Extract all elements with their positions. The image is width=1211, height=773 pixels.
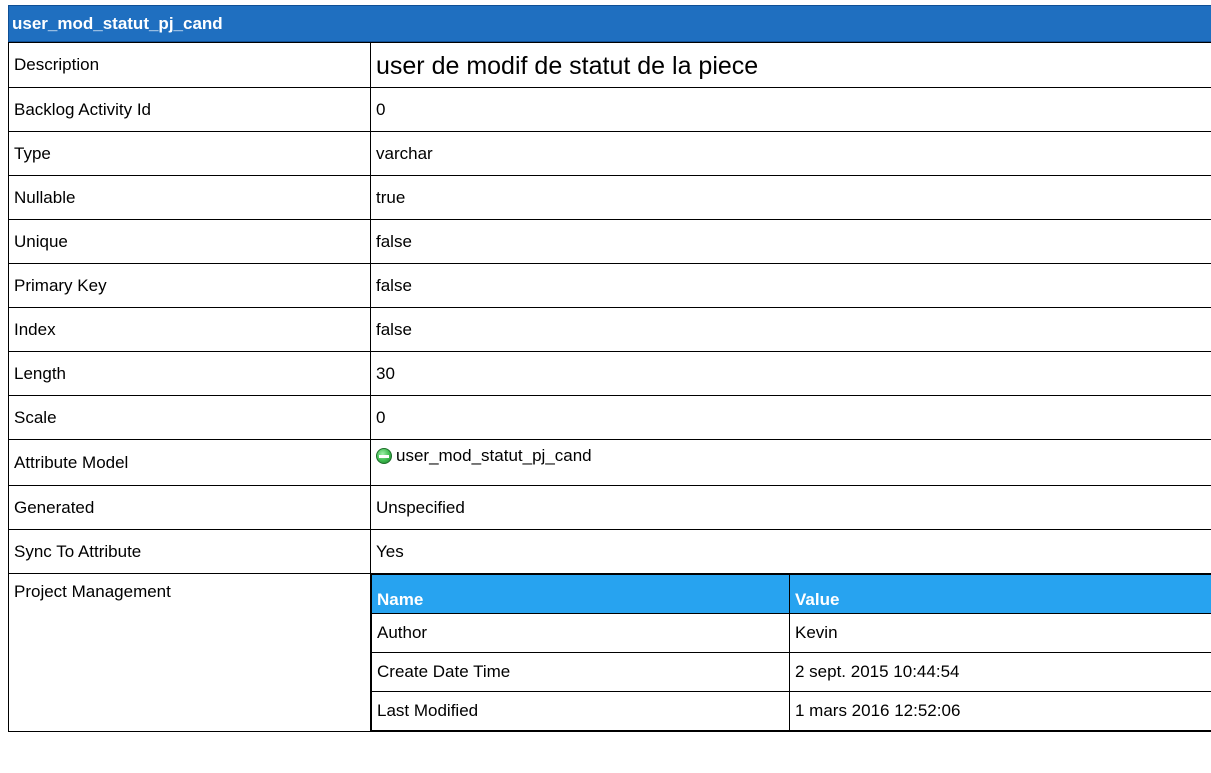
pm-cell-name: Last Modified xyxy=(371,691,790,731)
table-row-primary-key: Primary Key false xyxy=(8,263,1211,308)
pm-header-value: Value xyxy=(789,574,1211,614)
row-value: Unspecified xyxy=(370,485,1211,530)
pm-row-author: Author Kevin xyxy=(371,613,1211,653)
row-value: true xyxy=(370,175,1211,220)
row-value: Yes xyxy=(370,529,1211,574)
pm-cell-name: Create Date Time xyxy=(371,652,790,692)
project-management-table: Name Value Author Kevin Create Date Time xyxy=(371,574,1211,731)
row-value: user_mod_statut_pj_cand xyxy=(370,439,1211,486)
row-label: Project Management xyxy=(8,573,371,732)
table-row-attribute-model: Attribute Model user_mod_statut_pj_cand xyxy=(8,439,1211,486)
table-row-index: Index false xyxy=(8,307,1211,352)
row-value: false xyxy=(370,307,1211,352)
pm-cell-value: Kevin xyxy=(789,613,1211,653)
pm-header-row: Name Value xyxy=(371,574,1211,614)
row-label: Primary Key xyxy=(8,263,371,308)
row-value: 0 xyxy=(370,395,1211,440)
pm-cell-name: Author xyxy=(371,613,790,653)
row-label: Length xyxy=(8,351,371,396)
attribute-model-link[interactable]: user_mod_statut_pj_cand xyxy=(376,443,592,469)
properties-table: Description user de modif de statut de l… xyxy=(8,42,1211,732)
table-row-project-management: Project Management Name Value Author Kev… xyxy=(8,573,1211,732)
attribute-model-icon xyxy=(376,448,392,464)
pm-cell-value: 1 mars 2016 12:52:06 xyxy=(789,691,1211,731)
table-row-length: Length 30 xyxy=(8,351,1211,396)
row-label: Sync To Attribute xyxy=(8,529,371,574)
table-row-description: Description user de modif de statut de l… xyxy=(8,42,1211,88)
row-label: Description xyxy=(8,42,371,88)
row-label: Scale xyxy=(8,395,371,440)
row-value: varchar xyxy=(370,131,1211,176)
row-label: Backlog Activity Id xyxy=(8,87,371,132)
table-row-backlog-activity-id: Backlog Activity Id 0 xyxy=(8,87,1211,132)
page-title: user_mod_statut_pj_cand xyxy=(8,5,1211,42)
pm-cell-value: 2 sept. 2015 10:44:54 xyxy=(789,652,1211,692)
row-value: 0 xyxy=(370,87,1211,132)
table-row-type: Type varchar xyxy=(8,131,1211,176)
table-row-unique: Unique false xyxy=(8,219,1211,264)
table-row-scale: Scale 0 xyxy=(8,395,1211,440)
row-label: Generated xyxy=(8,485,371,530)
row-label: Type xyxy=(8,131,371,176)
row-value: false xyxy=(370,263,1211,308)
row-value: false xyxy=(370,219,1211,264)
table-row-sync-to-attribute: Sync To Attribute Yes xyxy=(8,529,1211,574)
row-label: Unique xyxy=(8,219,371,264)
row-label: Nullable xyxy=(8,175,371,220)
property-sheet: user_mod_statut_pj_cand Description user… xyxy=(8,5,1211,732)
table-row-generated: Generated Unspecified xyxy=(8,485,1211,530)
attribute-model-name: user_mod_statut_pj_cand xyxy=(396,446,592,465)
row-value: 30 xyxy=(370,351,1211,396)
row-label: Index xyxy=(8,307,371,352)
project-management-cell: Name Value Author Kevin Create Date Time xyxy=(370,573,1211,732)
row-label: Attribute Model xyxy=(8,439,371,486)
table-row-nullable: Nullable true xyxy=(8,175,1211,220)
pm-header-name: Name xyxy=(371,574,790,614)
row-value: user de modif de statut de la piece xyxy=(370,42,1211,88)
pm-row-last-modified: Last Modified 1 mars 2016 12:52:06 xyxy=(371,691,1211,731)
pm-row-create-date-time: Create Date Time 2 sept. 2015 10:44:54 xyxy=(371,652,1211,692)
